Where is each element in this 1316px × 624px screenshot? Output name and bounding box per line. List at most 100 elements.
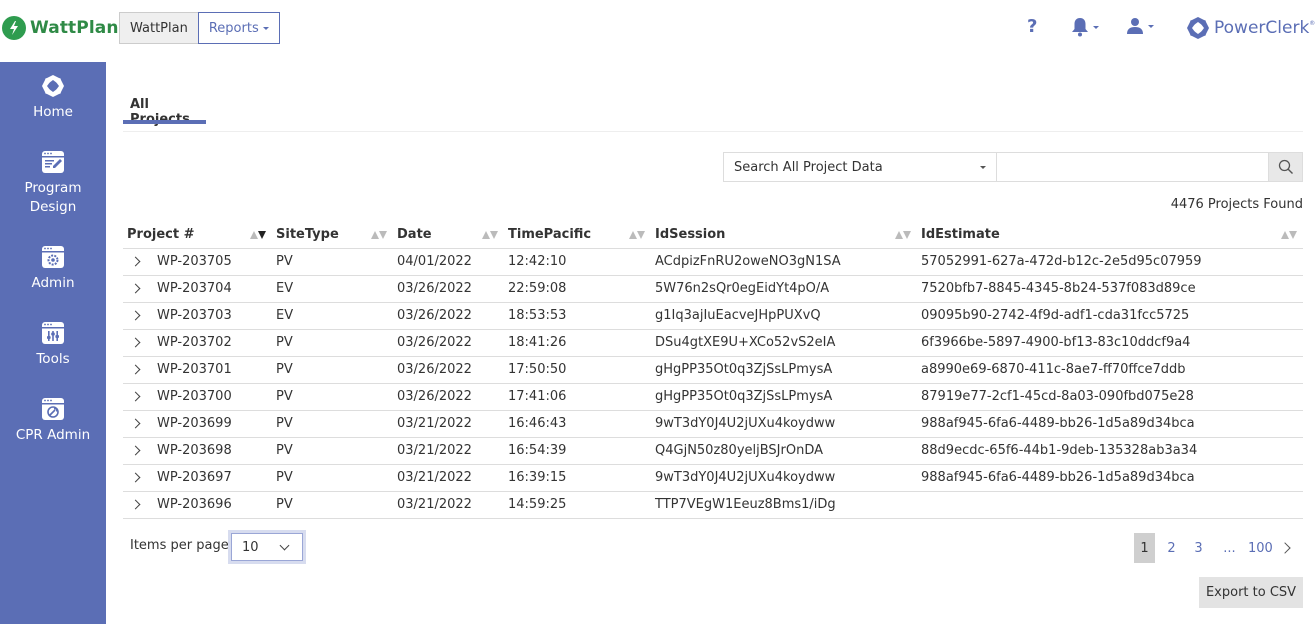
estimate-id-cell: 09095b90-2742-4f9d-adf1-cda31fcc5725 (917, 302, 1303, 330)
sidebar-item-program-design[interactable]: Program Design (0, 150, 106, 217)
expand-row-icon[interactable] (130, 310, 141, 321)
results-count: 4476 Projects Found (1170, 197, 1303, 212)
time-cell: 22:59:08 (504, 275, 651, 303)
column-header-timepacific[interactable]: TimePacific (504, 222, 651, 249)
sidebar-item-cpr-admin[interactable]: CPR Admin (0, 397, 106, 445)
time-cell: 16:46:43 (504, 410, 651, 438)
nav-reports-dropdown[interactable]: Reports (197, 12, 280, 44)
page-button-1[interactable]: 1 (1134, 533, 1155, 563)
column-header-project[interactable]: Project # (123, 222, 272, 249)
wrench-window-icon (42, 398, 64, 420)
nav-wattplan-label: WattPlan (130, 20, 188, 36)
search-bar: Search All Project Data (723, 152, 1303, 182)
sidebar-item-tools[interactable]: Tools (0, 321, 106, 369)
items-per-page-select[interactable]: 10 (228, 530, 306, 564)
expand-row-icon[interactable] (130, 364, 141, 375)
sort-icon[interactable] (629, 230, 645, 239)
expand-row-icon[interactable] (130, 418, 141, 429)
wattplan-logo[interactable]: WattPlan® (2, 16, 125, 40)
column-label: Project # (127, 227, 195, 243)
expand-row-icon[interactable] (130, 445, 141, 456)
table-row[interactable]: WP-203697 PV 03/21/2022 16:39:15 9wT3dY0J4U2… (123, 464, 1303, 492)
site-type-cell: EV (272, 275, 393, 303)
session-id-cell: 5W76n2sQr0egEidYt4pO/A (651, 275, 917, 303)
project-number: WP-203704 (157, 281, 232, 296)
sidebar-item-admin[interactable]: Admin (0, 245, 106, 293)
wattplan-logo-text: WattPlan® (30, 18, 125, 38)
powerclerk-logo[interactable]: PowerClerk® (1186, 16, 1315, 40)
site-type-cell: PV (272, 437, 393, 465)
sidebar-item-label: Program Design (24, 180, 82, 215)
expand-row-icon[interactable] (130, 337, 141, 348)
table-row[interactable]: WP-203698 PV 03/21/2022 16:54:39 Q4GjN50z80y… (123, 437, 1303, 465)
column-header-idsession[interactable]: IdSession (651, 222, 917, 249)
page-button-2[interactable]: 2 (1161, 533, 1182, 563)
table-row[interactable]: WP-203704 EV 03/26/2022 22:59:08 5W76n2sQr0e… (123, 275, 1303, 303)
column-header-idestimate[interactable]: IdEstimate (917, 222, 1303, 249)
search-button[interactable] (1268, 152, 1303, 182)
expand-row-icon[interactable] (130, 391, 141, 402)
table-row[interactable]: WP-203696 PV 03/21/2022 14:59:25 TTP7VEgW1Ee… (123, 491, 1303, 519)
sort-icon[interactable] (371, 230, 387, 239)
search-input[interactable] (997, 152, 1268, 182)
tab-all-projects[interactable]: All Projects (123, 97, 206, 127)
sort-icon[interactable] (482, 230, 498, 239)
table-row[interactable]: WP-203705 PV 04/01/2022 12:42:10 ACdpizFnRU2… (123, 248, 1303, 276)
search-scope-select[interactable]: Search All Project Data (723, 152, 997, 182)
page-button-100[interactable]: 100 (1248, 533, 1273, 563)
next-page-icon[interactable] (1279, 542, 1291, 554)
table-row[interactable]: WP-203701 PV 03/26/2022 17:50:50 gHgPP35Ot0q… (123, 356, 1303, 384)
expand-row-icon[interactable] (130, 256, 141, 267)
site-type-cell: PV (272, 248, 393, 276)
table-row[interactable]: WP-203699 PV 03/21/2022 16:46:43 9wT3dY0J4U2… (123, 410, 1303, 438)
sidebar-item-home[interactable]: Home (0, 74, 106, 122)
project-number-cell: WP-203699 (123, 410, 272, 438)
project-number: WP-203697 (157, 470, 232, 485)
project-number: WP-203703 (157, 308, 232, 323)
notifications-dropdown[interactable] (1071, 17, 1099, 37)
table-row[interactable]: WP-203700 PV 03/26/2022 17:41:06 gHgPP35Ot0q… (123, 383, 1303, 411)
estimate-id-cell: a8990e69-6870-411c-8ae7-ff70ffce7ddb (917, 356, 1303, 384)
nav-wattplan-button[interactable]: WattPlan (119, 12, 198, 44)
expand-row-icon[interactable] (130, 499, 141, 510)
project-number: WP-203702 (157, 335, 232, 350)
date-cell: 03/26/2022 (393, 275, 504, 303)
sort-icon[interactable] (250, 230, 266, 239)
estimate-id-cell: 988af945-6fa6-4489-bb26-1d5a89d34bca (917, 464, 1303, 492)
project-number: WP-203700 (157, 389, 232, 404)
caret-down-icon (1148, 24, 1154, 28)
column-label: SiteType (276, 227, 339, 243)
column-header-date[interactable]: Date (393, 222, 504, 249)
estimate-id-cell: 57052991-627a-472d-b12c-2e5d95c07959 (917, 248, 1303, 276)
session-id-cell: g1Iq3ajIuEacveJHpPUXvQ (651, 302, 917, 330)
session-id-cell: TTP7VEgW1Eeuz8Bms1/iDg (651, 491, 917, 519)
project-number-cell: WP-203705 (123, 248, 272, 276)
page-button-3[interactable]: 3 (1188, 533, 1209, 563)
column-label: IdSession (655, 227, 726, 243)
column-label: IdEstimate (921, 227, 1000, 243)
project-number-cell: WP-203700 (123, 383, 272, 411)
table-row[interactable]: WP-203702 PV 03/26/2022 18:41:26 DSu4gtXE9U+… (123, 329, 1303, 357)
pagination: 1 2 3 ... 100 (1134, 533, 1291, 563)
bell-icon (1072, 18, 1088, 37)
top-bar: WattPlan® WattPlan Reports ? PowerClerk® (0, 0, 1316, 62)
user-menu-dropdown[interactable] (1126, 17, 1154, 35)
sidebar-item-label: Home (33, 104, 73, 120)
project-number-cell: WP-203701 (123, 356, 272, 384)
session-id-cell: 9wT3dY0J4U2jUXu4koydww (651, 464, 917, 492)
column-header-sitetype[interactable]: SiteType (272, 222, 393, 249)
expand-row-icon[interactable] (130, 283, 141, 294)
site-type-cell: PV (272, 491, 393, 519)
date-cell: 03/26/2022 (393, 329, 504, 357)
help-icon[interactable]: ? (1027, 16, 1037, 37)
site-type-cell: EV (272, 302, 393, 330)
date-cell: 03/21/2022 (393, 410, 504, 438)
sort-icon[interactable] (895, 230, 911, 239)
site-type-cell: PV (272, 356, 393, 384)
sort-icon[interactable] (1281, 230, 1297, 239)
expand-row-icon[interactable] (130, 472, 141, 483)
project-number: WP-203699 (157, 416, 232, 431)
time-cell: 18:41:26 (504, 329, 651, 357)
export-csv-button[interactable]: Export to CSV (1199, 577, 1303, 608)
table-row[interactable]: WP-203703 EV 03/26/2022 18:53:53 g1Iq3ajIuEa… (123, 302, 1303, 330)
